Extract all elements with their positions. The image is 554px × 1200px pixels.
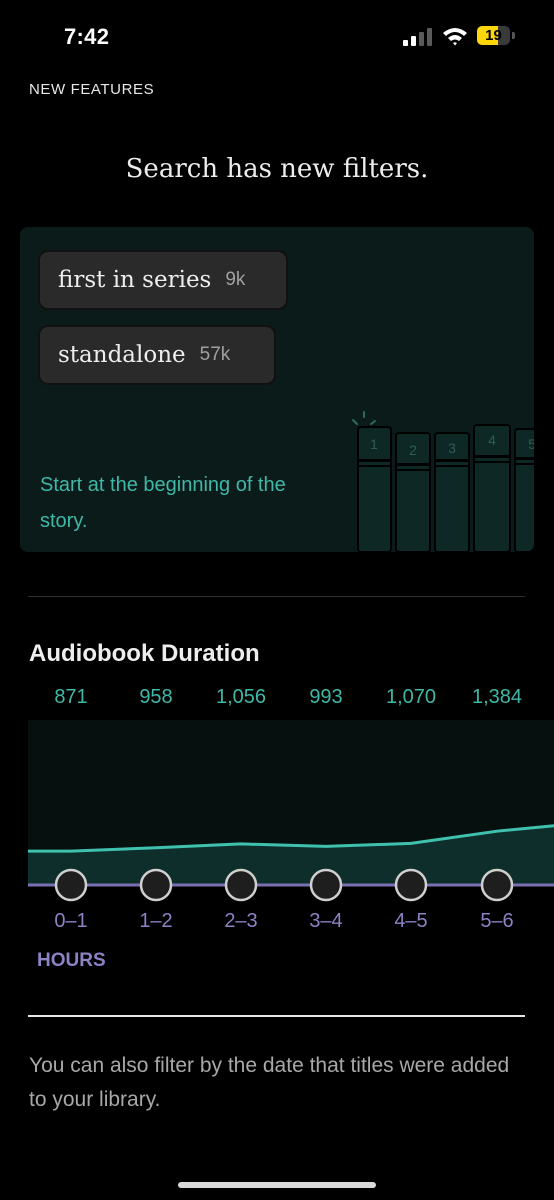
filter-chip-count: 57k: [199, 344, 231, 365]
x-axis-label: HOURS: [37, 950, 106, 971]
axis-node[interactable]: [480, 868, 514, 902]
data-label: 993: [309, 686, 342, 708]
book-5: 5: [514, 428, 534, 552]
data-label: 1,384: [472, 686, 522, 708]
battery-level: 19: [485, 27, 502, 44]
axis-node[interactable]: [394, 868, 428, 902]
axis-node[interactable]: [309, 868, 343, 902]
filter-chip-label: first in series: [58, 267, 212, 293]
x-tick-label: 3–4: [309, 910, 342, 932]
status-time: 7:42: [64, 24, 110, 49]
home-indicator[interactable]: [178, 1182, 376, 1188]
book-1: 1: [357, 426, 392, 552]
section-divider: [28, 1015, 525, 1017]
filters-card: first in series 9k standalone 57k Start …: [20, 227, 534, 552]
book-4: 4: [473, 424, 511, 552]
book-series-illustration: 1 2 3 4 5: [352, 411, 534, 552]
footnote-text: You can also filter by the date that tit…: [29, 1054, 510, 1111]
book-3: 3: [434, 432, 470, 552]
battery-icon: 19: [477, 26, 515, 47]
chart-title: Audiobook Duration: [29, 640, 260, 667]
x-tick-label: 5–6: [480, 910, 513, 932]
card-description: Start at the beginning of the story.: [40, 474, 286, 532]
axis-node[interactable]: [224, 868, 258, 902]
filter-chip-label: standalone: [58, 342, 186, 368]
book-number: 2: [409, 442, 417, 458]
axis-node[interactable]: [54, 868, 88, 902]
section-divider: [28, 596, 525, 597]
page-title: Search has new filters.: [125, 154, 429, 184]
book-number: 1: [370, 436, 378, 452]
x-tick-label: 2–3: [224, 910, 257, 932]
x-tick-label: 1–2: [139, 910, 172, 932]
book-number: 4: [488, 432, 496, 448]
x-tick-label: 4–5: [394, 910, 427, 932]
book-2: 2: [395, 432, 431, 552]
filter-chip-first-in-series[interactable]: first in series 9k: [40, 252, 286, 308]
cellular-signal-icon: [403, 28, 432, 46]
book-number: 5: [528, 436, 534, 452]
book-number: 3: [448, 440, 456, 456]
wifi-icon: [443, 28, 467, 46]
data-label: 958: [139, 686, 172, 708]
axis-node[interactable]: [139, 868, 173, 902]
data-label: 871: [54, 686, 87, 708]
status-bar: 7:42 19: [0, 0, 554, 72]
duration-chart: 871 0–1 958 1–2 1,056 2–3 993 3–4 1,070 4–5 1,384 5…: [28, 686, 554, 971]
filter-chip-count: 9k: [225, 269, 246, 290]
filter-chip-standalone[interactable]: standalone 57k: [40, 327, 274, 383]
data-label: 1,070: [386, 686, 436, 708]
data-label: 1,056: [216, 686, 266, 708]
section-label: NEW FEATURES: [29, 81, 155, 98]
x-tick-label: 0–1: [54, 910, 87, 932]
